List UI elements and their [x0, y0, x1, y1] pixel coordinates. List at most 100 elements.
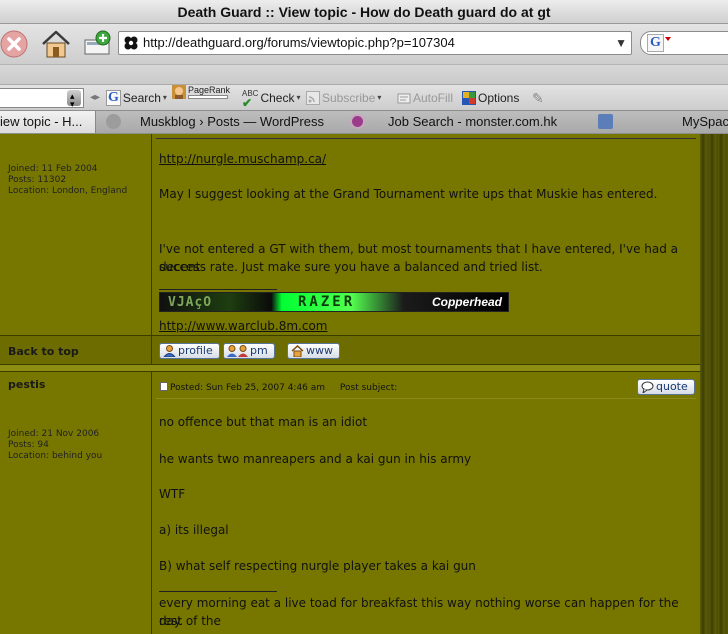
tab-label: iew topic - H...	[0, 114, 83, 129]
spell-check-icon: ABC ✔	[242, 88, 259, 110]
poster-name[interactable]: pestis	[8, 378, 45, 391]
banner-left-text: VJAçO	[168, 295, 213, 310]
search-label: Search	[122, 91, 161, 105]
home-page-icon	[291, 345, 304, 357]
tab-label: Job Search - monster.com.hk	[388, 114, 558, 129]
stop-button[interactable]	[0, 28, 32, 60]
poster-posts: Posts: 11302	[8, 175, 67, 185]
highlighter-icon[interactable]: ✎	[532, 85, 544, 111]
signature-text: every morning eat a live toad for breakf…	[159, 596, 679, 628]
topic-table: Joined: 11 Feb 2004 Posts: 11302 Locatio…	[0, 134, 700, 634]
chevron-down-icon: ▾	[162, 93, 167, 102]
home-icon	[42, 30, 70, 58]
poster-details: Joined: 21 Nov 2006 Posts: 94 Location: …	[8, 429, 102, 462]
options-icon	[462, 91, 476, 105]
autofill-button[interactable]: AutoFill	[397, 85, 453, 111]
tab-label: MySpace	[682, 114, 728, 129]
autofill-icon	[397, 93, 411, 104]
profile-button[interactable]: profile	[159, 343, 220, 359]
page-content: Joined: 11 Feb 2004 Posts: 11302 Locatio…	[0, 134, 728, 634]
google-g-icon: G	[106, 90, 121, 106]
post-actions-cell: profile pm www	[152, 336, 700, 364]
window-title: Death Guard :: View topic - How do Death…	[0, 0, 728, 24]
myspace-icon	[598, 114, 613, 129]
post-subject-label: Post subject:	[339, 383, 398, 393]
site-favicon-icon	[124, 36, 138, 50]
new-tab-icon	[84, 30, 111, 55]
back-to-top-cell: Back to top	[0, 336, 151, 364]
navigation-toolbar: http://deathguard.org/forums/viewtopic.p…	[0, 24, 728, 64]
quote-icon	[641, 381, 654, 393]
pm-button[interactable]: pm	[223, 343, 275, 359]
check-label: Check	[260, 91, 295, 105]
tab-myspace[interactable]: MySpace	[594, 111, 728, 133]
post-body: http://nurgle.muschamp.ca/	[159, 150, 326, 168]
wordpress-icon	[106, 114, 121, 129]
search-engine-box[interactable]: G	[640, 31, 728, 55]
poster-joined: Joined: 11 Feb 2004	[8, 164, 98, 174]
profile-icon	[163, 345, 176, 357]
search-engine-dropdown-icon[interactable]	[665, 37, 671, 41]
post-paragraph: no offence but that man is an idiot	[159, 415, 368, 429]
post-paragraph: May I suggest looking at the Grand Tourn…	[159, 187, 658, 201]
www-label: www	[306, 344, 333, 357]
post-link[interactable]: http://nurgle.muschamp.ca/	[159, 152, 326, 166]
chevron-down-icon: ▾	[377, 93, 382, 102]
google-search-input[interactable]	[0, 83, 84, 117]
google-search-history-icon[interactable]	[67, 83, 81, 117]
signature-divider	[159, 289, 277, 290]
poster-profile-cell: pestis Joined: 21 Nov 2006 Posts: 94 Loc…	[0, 372, 151, 634]
post-paragraph: success rate. Just make sure you have a …	[159, 260, 543, 274]
www-button[interactable]: www	[287, 343, 340, 359]
back-to-top-link[interactable]: Back to top	[8, 345, 79, 358]
post-date: Posted: Sun Feb 25, 2007 4:46 am	[170, 383, 326, 393]
url-history-dropdown-icon[interactable]: ▼	[615, 32, 627, 54]
post-paragraph: B) what self respecting nurgle player ta…	[159, 559, 476, 573]
poster-joined: Joined: 21 Nov 2006	[8, 429, 100, 439]
signature-banner: VJAçO RAZER Copperhead	[159, 292, 509, 312]
signature-link-row: http://www.warclub.8m.com	[159, 317, 328, 335]
signature-divider	[159, 591, 277, 592]
divider	[156, 398, 696, 399]
pm-icon	[227, 345, 248, 357]
options-label: Options	[478, 91, 520, 105]
quote-button[interactable]: quote	[637, 379, 695, 395]
poster-location: Location: London, England	[8, 186, 128, 196]
post-paragraph: he wants two manreapers and a kai gun in…	[159, 452, 472, 466]
rss-icon	[306, 91, 320, 105]
pagerank-bar	[188, 94, 228, 99]
autofill-label: AutoFill	[413, 91, 454, 105]
tab-label: Muskblog › Posts — WordPress	[140, 114, 324, 129]
signature-link[interactable]: http://www.warclub.8m.com	[159, 319, 328, 333]
poster-location: Location: behind you	[8, 451, 103, 461]
google-logo-icon[interactable]: G	[647, 34, 664, 52]
home-button[interactable]	[40, 28, 72, 60]
stop-icon	[0, 30, 28, 58]
post-paragraph: WTF	[159, 487, 186, 501]
options-button[interactable]: Options	[462, 85, 519, 111]
poster-details: Joined: 11 Feb 2004 Posts: 11302 Locatio…	[8, 164, 127, 197]
toolbar-grip-icon: ◂▸	[90, 92, 101, 103]
poster-profile-cell: Joined: 11 Feb 2004 Posts: 11302 Locatio…	[0, 134, 151, 335]
divider	[156, 138, 696, 139]
monster-icon	[350, 114, 365, 129]
tab-bar: iew topic - H... Muskblog › Posts — Word…	[0, 110, 728, 134]
google-search-button[interactable]: G Search ▾	[106, 85, 167, 111]
address-bar[interactable]: http://deathguard.org/forums/viewtopic.p…	[118, 31, 632, 55]
google-toolbar: ◂▸ G Search ▾ PageRank ABC ✔ Check ▾ Sub…	[0, 83, 728, 117]
chevron-down-icon: ▾	[296, 93, 301, 102]
post-paragraph: a) its illegal	[159, 523, 229, 537]
tab-death-guard[interactable]: iew topic - H...	[0, 111, 96, 133]
url-text: http://deathguard.org/forums/viewtopic.p…	[143, 35, 455, 50]
tab-monster[interactable]: Job Search - monster.com.hk	[346, 111, 557, 133]
face-icon	[172, 85, 186, 99]
pagerank-label: PageRank	[188, 84, 231, 95]
pagerank-widget[interactable]: PageRank	[172, 85, 230, 99]
new-tab-button[interactable]	[82, 28, 114, 60]
subscribe-button[interactable]: Subscribe ▾	[306, 85, 381, 111]
post-icon	[160, 382, 168, 391]
profile-label: profile	[178, 344, 213, 357]
spell-check-button[interactable]: ABC ✔ Check ▾	[242, 85, 300, 111]
poster-posts: Posts: 94	[8, 440, 49, 450]
tab-muskblog[interactable]: Muskblog › Posts — WordPress	[102, 111, 324, 133]
